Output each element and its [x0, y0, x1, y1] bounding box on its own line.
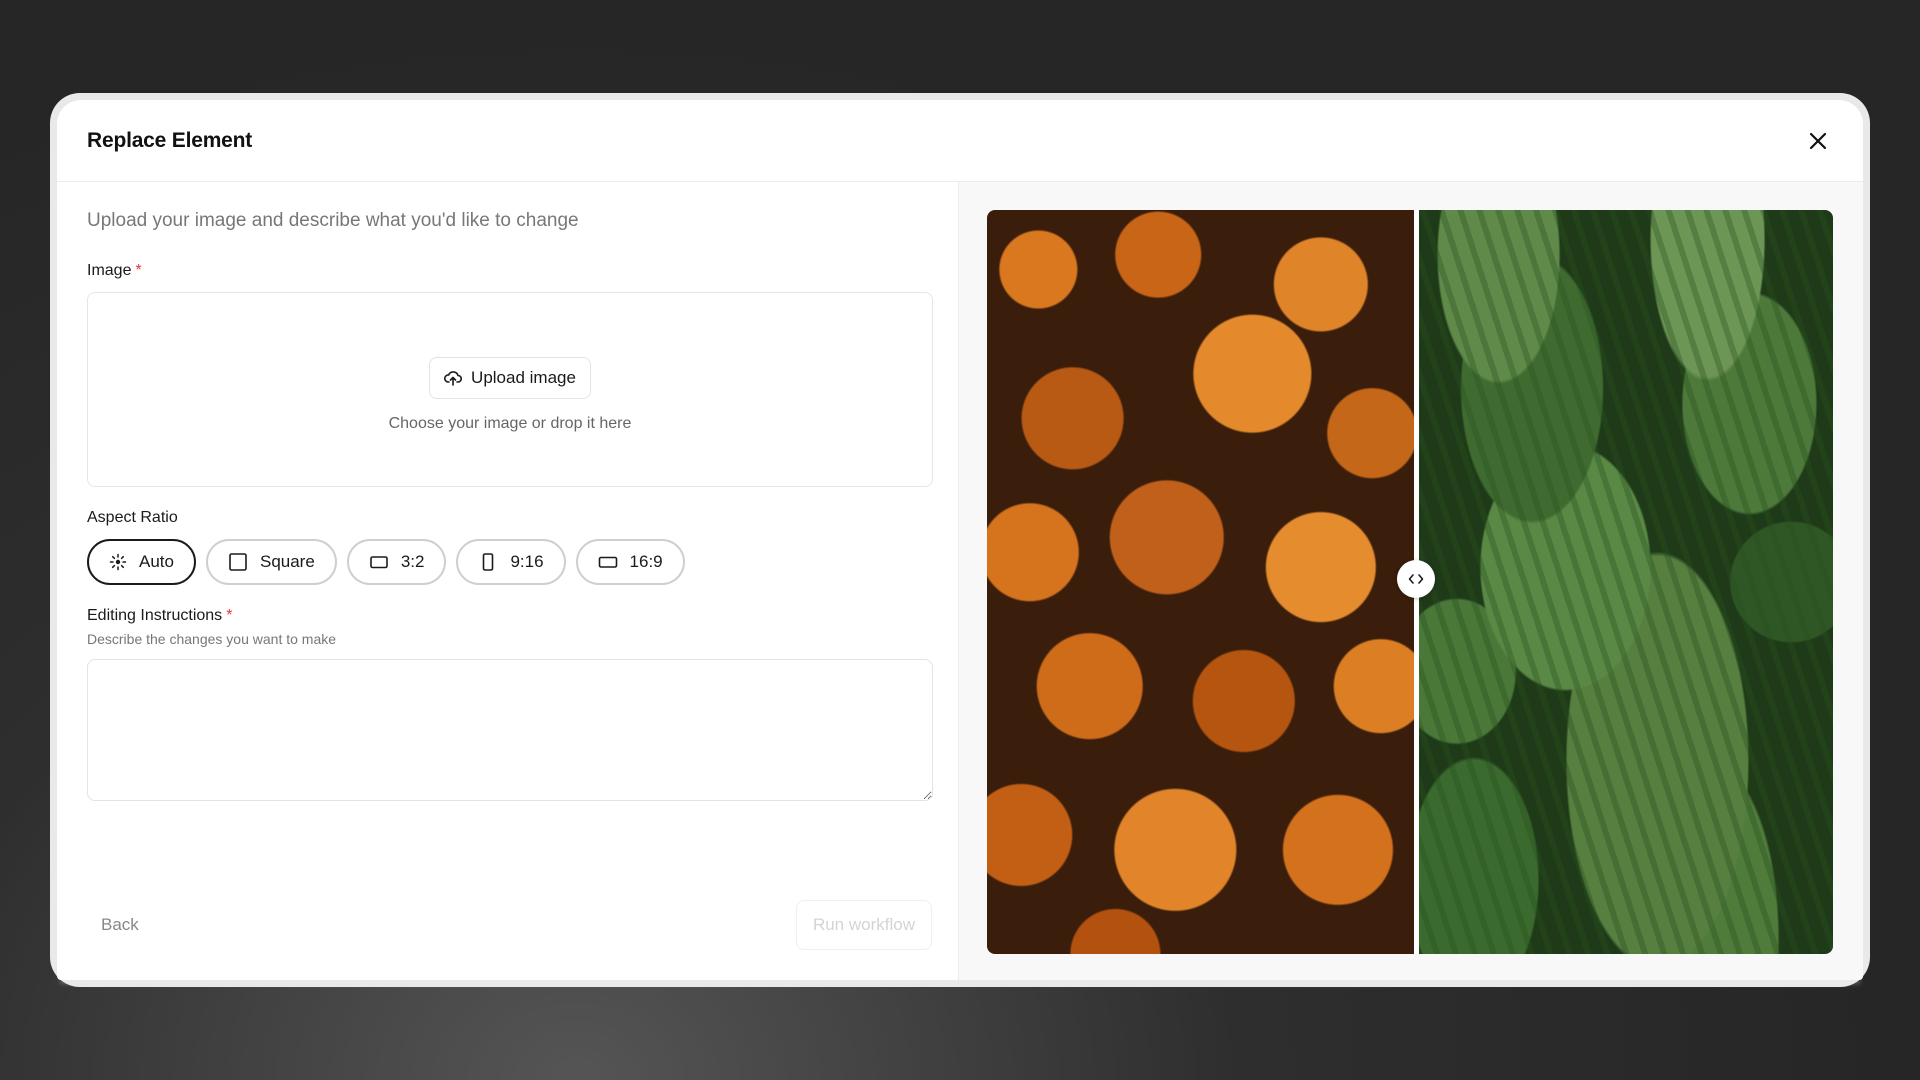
after-image-watermelons — [1415, 210, 1833, 954]
aspect-ratio-label: Aspect Ratio — [87, 509, 178, 526]
upload-image-button[interactable]: Upload image — [429, 356, 591, 399]
auto-icon — [109, 553, 127, 571]
modal-subtitle: Upload your image and describe what you'… — [87, 210, 579, 231]
upload-image-label: Upload image — [471, 367, 576, 387]
aspect-ratio-3-2[interactable]: 3:2 — [346, 539, 447, 585]
aspect-ratio-square[interactable]: Square — [205, 539, 337, 585]
aspect-ratio-auto-label: Auto — [139, 552, 174, 571]
editing-instructions-helper: Describe the changes you want to make — [87, 631, 337, 647]
image-dropzone[interactable]: Upload image Choose your image or drop i… — [87, 292, 933, 487]
replace-element-modal: Replace Element Upload your image and de… — [57, 100, 1863, 980]
aspect-ratio-9-16[interactable]: 9:16 — [456, 539, 566, 585]
square-icon — [228, 552, 248, 572]
modal-title: Replace Element — [87, 128, 253, 152]
portrait-icon — [478, 552, 498, 572]
editing-instructions-label: Editing Instructions * — [87, 607, 928, 625]
before-after-comparison[interactable] — [987, 210, 1833, 954]
landscape-icon — [369, 552, 389, 572]
close-button[interactable] — [1803, 126, 1833, 156]
editing-instructions-input[interactable] — [87, 659, 933, 801]
close-icon — [1809, 132, 1827, 150]
required-mark: * — [135, 262, 142, 279]
preview-panel — [959, 182, 1863, 980]
drop-hint: Choose your image or drop it here — [388, 414, 632, 432]
aspect-ratio-3-2-label: 3:2 — [400, 552, 425, 571]
modal-footer: Back Run workflow — [87, 900, 932, 950]
form-panel: Upload your image and describe what you'… — [57, 182, 959, 980]
image-label: Image * — [87, 262, 928, 280]
modal-frame: Replace Element Upload your image and de… — [50, 93, 1870, 987]
required-mark: * — [226, 607, 233, 624]
comparison-slider-handle[interactable] — [1397, 560, 1435, 598]
modal-header: Replace Element — [57, 100, 1863, 182]
image-label-text: Image — [87, 262, 132, 279]
aspect-ratio-9-16-label: 9:16 — [510, 552, 544, 571]
run-workflow-button[interactable]: Run workflow — [795, 900, 932, 950]
aspect-ratio-auto[interactable]: Auto — [87, 539, 196, 585]
back-button[interactable]: Back — [87, 915, 153, 935]
widescreen-icon — [598, 552, 618, 572]
aspect-ratio-16-9[interactable]: 16:9 — [575, 539, 685, 585]
aspect-ratio-16-9-label: 16:9 — [629, 552, 663, 571]
upload-cloud-icon — [444, 369, 463, 387]
modal-body: Upload your image and describe what you'… — [57, 182, 1863, 980]
editing-instructions-label-text: Editing Instructions — [87, 607, 223, 624]
aspect-ratio-square-label: Square — [259, 552, 315, 571]
aspect-ratio-options: Auto Square 3:2 9:16 16:9 — [87, 539, 928, 585]
before-image-pumpkins — [987, 210, 1415, 954]
chevron-left-right-icon — [1408, 573, 1424, 585]
